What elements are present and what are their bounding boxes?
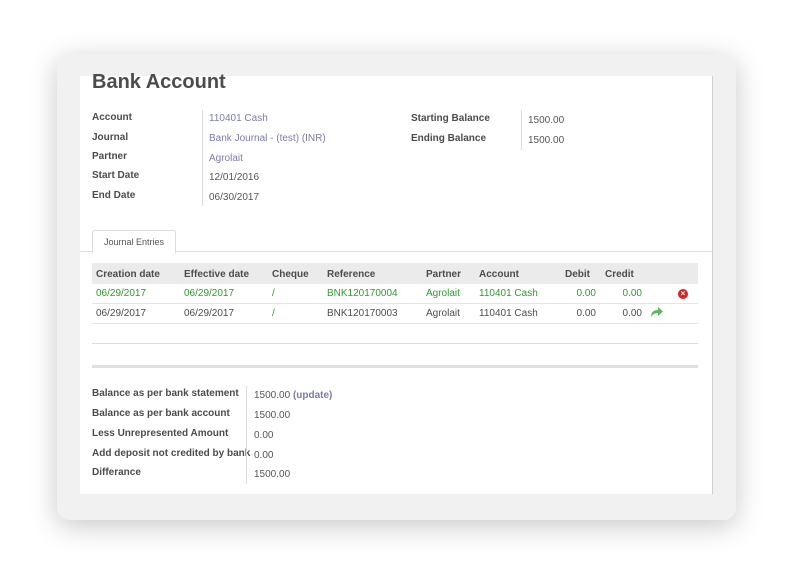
account-value-link[interactable]: 110401 Cash xyxy=(209,113,268,124)
row2-partner: Agrolait xyxy=(426,308,460,319)
summary-separator xyxy=(246,386,247,484)
reconcile-arrow-icon[interactable] xyxy=(650,306,664,318)
page-title: Bank Account xyxy=(92,71,226,93)
row1-creation-date: 06/29/2017 xyxy=(96,288,147,299)
unrepresented-amount-label: Less Unrepresented Amount xyxy=(92,428,229,439)
row2-cheque: / xyxy=(272,308,275,319)
row2-credit: 0.00 xyxy=(622,308,642,319)
row2-creation-date: 06/29/2017 xyxy=(96,308,147,319)
start-date-label: Start Date xyxy=(92,170,140,181)
right-fields-separator xyxy=(521,110,522,150)
start-date-value: 12/01/2016 xyxy=(209,172,260,183)
bank-statement-balance-value: 1500.00 (update) xyxy=(254,390,332,401)
deposit-not-credited-value: 0.00 xyxy=(254,450,274,461)
col-cheque: Cheque xyxy=(272,269,309,280)
row1-effective-date: 06/29/2017 xyxy=(184,288,235,299)
bank-account-balance-value: 1500.00 xyxy=(254,410,291,421)
row-divider xyxy=(92,303,698,304)
journal-value-link[interactable]: Bank Journal - (test) (INR) xyxy=(209,133,326,144)
end-date-value: 06/30/2017 xyxy=(209,192,260,203)
journal-label: Journal xyxy=(92,132,129,143)
account-label: Account xyxy=(92,112,132,123)
tab-journal-entries[interactable]: Journal Entries xyxy=(92,230,176,254)
delete-icon[interactable]: × xyxy=(678,289,688,299)
row2-debit: 0.00 xyxy=(576,308,596,319)
col-partner: Partner xyxy=(426,269,462,280)
partner-label: Partner xyxy=(92,151,128,162)
update-link[interactable]: (update) xyxy=(293,390,332,401)
ending-balance-value: 1500.00 xyxy=(528,135,565,146)
col-account: Account xyxy=(479,269,519,280)
row1-credit: 0.00 xyxy=(622,288,642,299)
bank-statement-balance-label: Balance as per bank statement xyxy=(92,388,239,399)
row1-cheque: / xyxy=(272,288,275,299)
row1-partner: Agrolait xyxy=(426,288,460,299)
row2-account: 110401 Cash xyxy=(479,308,538,319)
section-separator xyxy=(92,365,698,368)
partner-value-link[interactable]: Agrolait xyxy=(209,153,243,164)
deposit-not-credited-label: Add deposit not credited by bank xyxy=(92,448,251,459)
col-creation-date: Creation date xyxy=(96,269,160,280)
table-footer-line xyxy=(92,343,698,344)
row1-reference[interactable]: BNK120170004 xyxy=(327,288,398,299)
ending-balance-label: Ending Balance xyxy=(411,133,487,144)
row2-effective-date: 06/29/2017 xyxy=(184,308,235,319)
starting-balance-label: Starting Balance xyxy=(411,113,490,124)
end-date-label: End Date xyxy=(92,190,136,201)
bank-statement-balance-amount: 1500.00 xyxy=(254,390,291,401)
row1-debit: 0.00 xyxy=(576,288,596,299)
row2-reference[interactable]: BNK120170003 xyxy=(327,308,398,319)
col-credit: Credit xyxy=(605,269,634,280)
left-fields-separator xyxy=(202,110,203,206)
col-debit: Debit xyxy=(565,269,590,280)
col-effective-date: Effective date xyxy=(184,269,250,280)
difference-label: Differance xyxy=(92,467,141,478)
unrepresented-amount-value: 0.00 xyxy=(254,430,274,441)
col-reference: Reference xyxy=(327,269,376,280)
starting-balance-value: 1500.00 xyxy=(528,115,565,126)
row-divider xyxy=(92,323,698,324)
difference-value: 1500.00 xyxy=(254,469,291,480)
bank-account-balance-label: Balance as per bank account xyxy=(92,408,230,419)
row1-account: 110401 Cash xyxy=(479,288,538,299)
